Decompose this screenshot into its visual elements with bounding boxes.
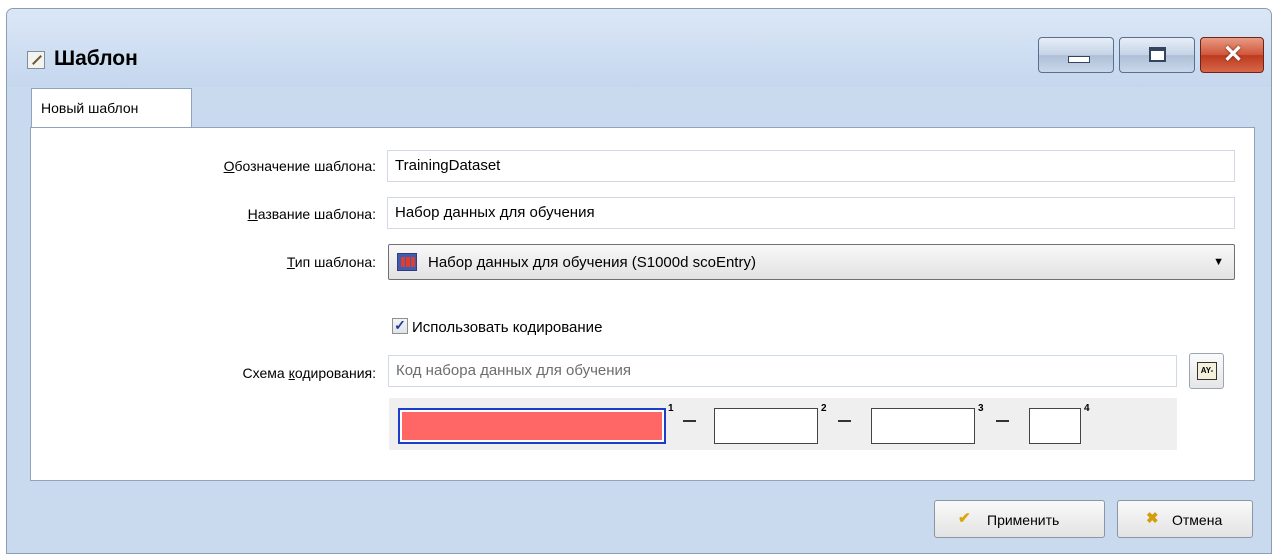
coding-scheme-input[interactable]: Код набора данных для обучения: [388, 355, 1177, 387]
cancel-button[interactable]: ✖ Отмена: [1117, 500, 1253, 538]
segment-index-1: 1: [668, 403, 674, 414]
apply-button-label: Применить: [987, 512, 1060, 528]
segment-separator: [996, 420, 1009, 422]
designation-label: Обозначение шаблона:: [223, 158, 376, 174]
coding-segments: 1 2 3 4: [389, 398, 1177, 450]
minimize-button[interactable]: [1038, 37, 1114, 73]
dropdown-arrow-icon: ▼: [1213, 256, 1224, 268]
tab-label: Новый шаблон: [41, 100, 139, 116]
code-segment-1[interactable]: [398, 408, 666, 444]
window-title: Шаблон: [54, 47, 138, 70]
cancel-button-label: Отмена: [1172, 512, 1223, 528]
template-type-icon: [397, 253, 417, 271]
type-select[interactable]: Набор данных для обучения (S1000d scoEnt…: [388, 244, 1235, 280]
coding-editor-button[interactable]: AY-: [1189, 353, 1224, 389]
close-icon: ✕: [1223, 41, 1244, 68]
maximize-button[interactable]: [1119, 37, 1195, 73]
close-button[interactable]: ✕: [1200, 37, 1264, 73]
code-segment-2[interactable]: [714, 408, 818, 444]
code-segment-3[interactable]: [871, 408, 975, 444]
segment-index-4: 4: [1084, 403, 1090, 414]
segment-separator: [683, 420, 696, 422]
title-bar[interactable]: Шаблон ✕: [7, 9, 1271, 87]
type-select-value: Набор данных для обучения (S1000d scoEnt…: [428, 254, 756, 271]
coding-scheme-label: Схема кодирования:: [242, 365, 376, 381]
active-segment-fill: [402, 412, 662, 440]
use-coding-checkbox[interactable]: ✓: [392, 318, 408, 334]
minimize-icon: [1068, 56, 1090, 63]
segment-index-2: 2: [821, 403, 827, 414]
use-coding-label[interactable]: Использовать кодирование: [412, 319, 602, 336]
maximize-icon: [1149, 47, 1166, 62]
type-label: Тип шаблона:: [286, 254, 376, 270]
name-label: Название шаблона:: [247, 206, 376, 222]
designation-input[interactable]: TrainingDataset: [387, 150, 1235, 182]
template-edit-icon: [27, 51, 45, 69]
coding-editor-icon: AY-: [1197, 362, 1217, 380]
segment-separator: [838, 420, 851, 422]
name-input[interactable]: Набор данных для обучения: [387, 197, 1235, 229]
tab-new-template[interactable]: Новый шаблон: [31, 88, 192, 128]
checkmark-icon: ✔: [958, 510, 971, 527]
segment-index-3: 3: [978, 403, 984, 414]
apply-button[interactable]: ✔ Применить: [934, 500, 1105, 538]
cross-icon: ✖: [1146, 510, 1159, 527]
code-segment-4[interactable]: [1029, 408, 1081, 444]
